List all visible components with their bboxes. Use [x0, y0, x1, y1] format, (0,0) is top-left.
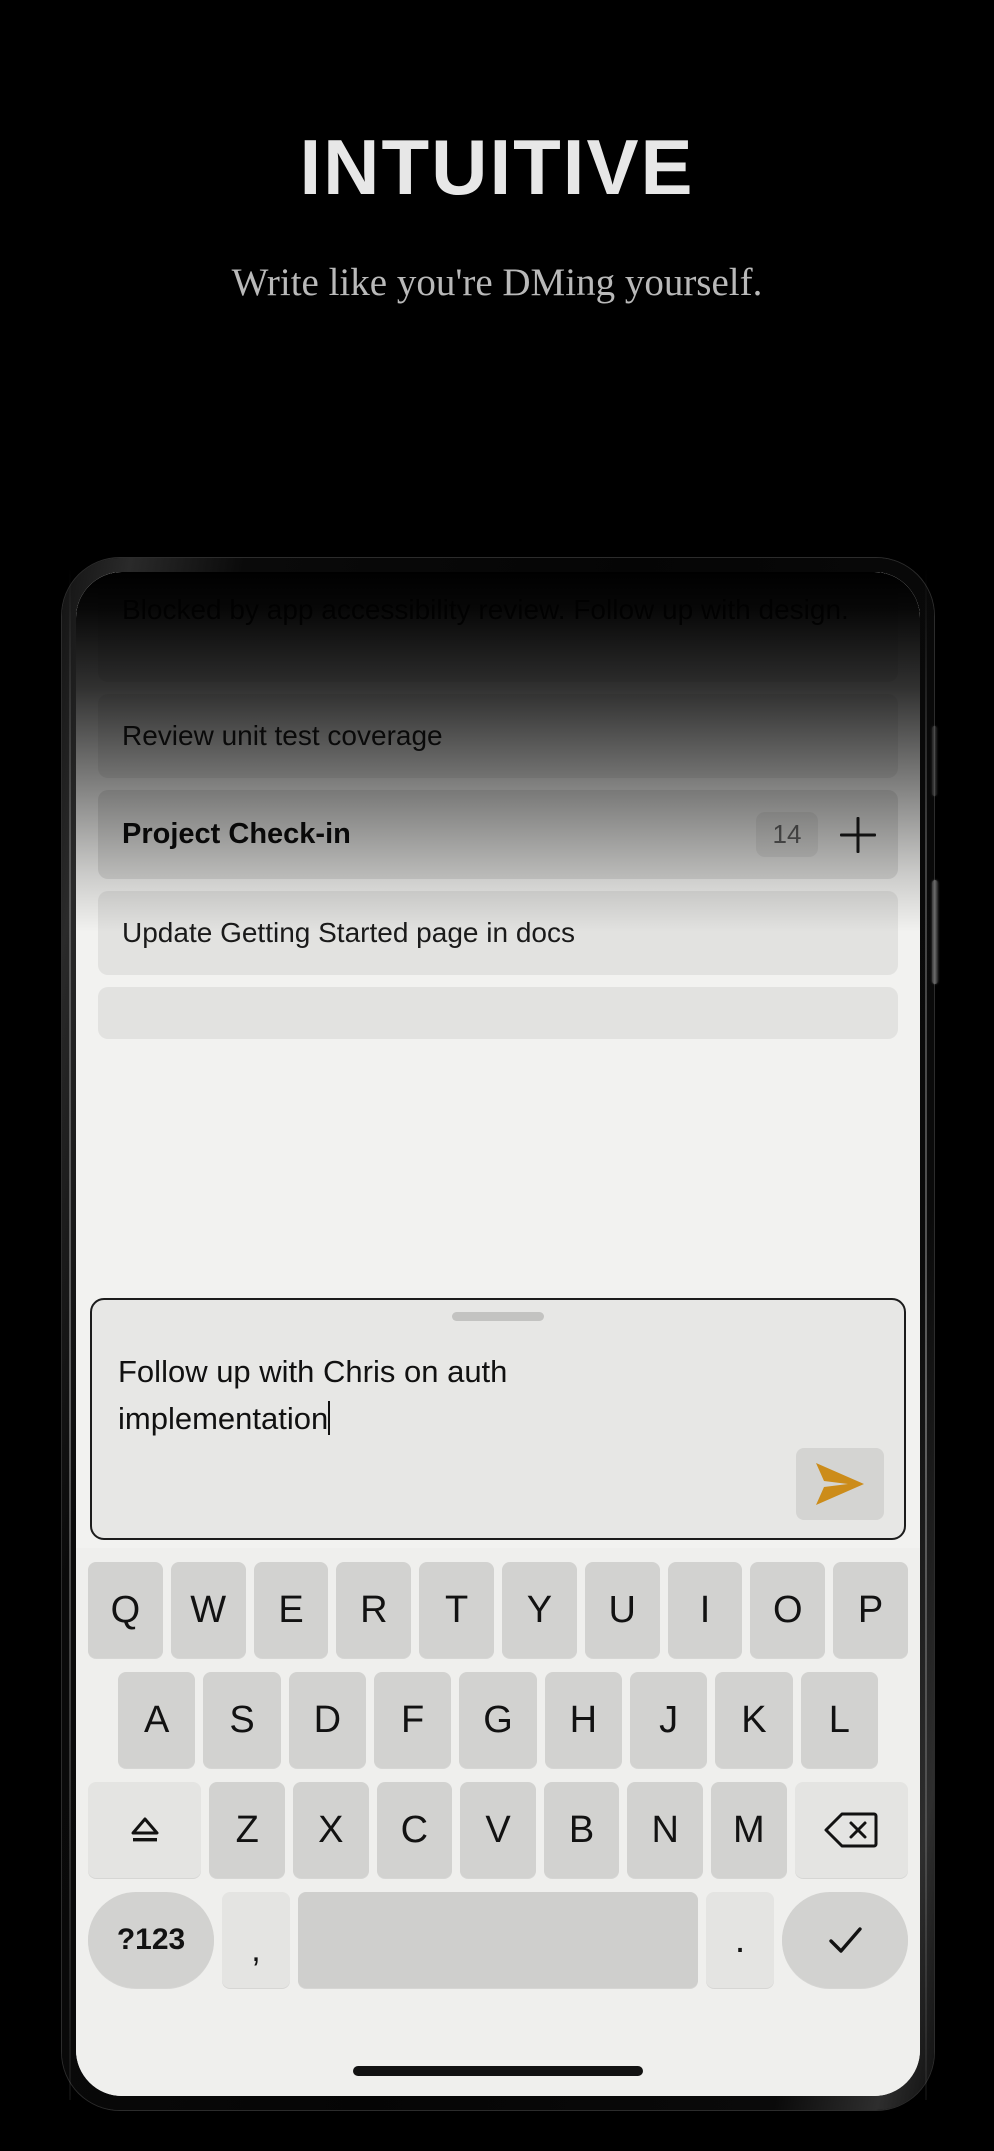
phone-screen: Blocked by app accessibility review. Fol…	[76, 572, 920, 2096]
task-row-text: Review unit test coverage	[122, 720, 443, 751]
key-b[interactable]: B	[543, 1782, 620, 1878]
shift-key[interactable]	[88, 1782, 202, 1878]
key-e[interactable]: E	[253, 1562, 329, 1658]
power-button[interactable]	[932, 880, 938, 984]
text-caret	[328, 1401, 331, 1435]
key-y[interactable]: Y	[502, 1562, 577, 1658]
page-title: INTUITIVE	[299, 123, 695, 211]
key-m[interactable]: M	[710, 1782, 787, 1878]
keyboard-row-3: Z X C V B N M	[84, 1782, 912, 1878]
check-icon	[829, 1927, 862, 1953]
key-g[interactable]: G	[459, 1672, 537, 1768]
space-key[interactable]	[297, 1892, 699, 1988]
count-badge: 14	[756, 812, 818, 857]
phone-device-frame: Blocked by app accessibility review. Fol…	[62, 558, 938, 2110]
list-item[interactable]: Update Getting Started page in docs	[98, 891, 898, 975]
list-item[interactable]: Blocked by app accessibility review. Fol…	[98, 572, 898, 682]
keyboard-row-2: A S D F G H J K L	[84, 1672, 912, 1768]
key-c[interactable]: C	[376, 1782, 453, 1878]
key-d[interactable]: D	[288, 1672, 366, 1768]
key-o[interactable]: O	[750, 1562, 826, 1658]
key-p[interactable]: P	[833, 1562, 908, 1658]
key-k[interactable]: K	[715, 1672, 793, 1768]
list-item[interactable]: Review unit test coverage	[98, 694, 898, 778]
key-j[interactable]: J	[629, 1672, 708, 1768]
home-indicator[interactable]	[353, 2066, 643, 2076]
key-i[interactable]: I	[667, 1562, 743, 1658]
key-s[interactable]: S	[203, 1672, 281, 1768]
task-row-text: Update Getting Started page in docs	[122, 917, 575, 948]
key-u[interactable]: U	[584, 1562, 660, 1658]
note-input-value: Follow up with Chris on auth implementat…	[118, 1354, 508, 1436]
note-row-text: Blocked by app accessibility review. Fol…	[122, 594, 849, 625]
note-list: Blocked by app accessibility review. Fol…	[76, 572, 920, 1320]
page-root: INTUITIVE Write like you're DMing yourse…	[0, 0, 994, 2151]
send-button[interactable]	[796, 1448, 884, 1520]
backspace-key[interactable]	[794, 1782, 908, 1878]
add-item-button[interactable]	[836, 813, 880, 857]
key-n[interactable]: N	[627, 1782, 703, 1878]
section-header-actions: 14	[756, 812, 880, 857]
comma-key[interactable]: ,	[222, 1892, 290, 1988]
onscreen-keyboard[interactable]: Q W E R T Y U I O P A S D F G H J K L Z …	[76, 1548, 920, 2096]
key-t[interactable]: T	[419, 1562, 494, 1658]
chassis-rail-left	[69, 568, 71, 2100]
symbols-key[interactable]: ?123	[88, 1892, 215, 1988]
key-h[interactable]: H	[544, 1672, 622, 1768]
send-paper-plane-icon	[816, 1463, 864, 1505]
section-title: Project Check-in	[122, 818, 351, 850]
key-w[interactable]: W	[170, 1562, 246, 1658]
page-subtitle: Write like you're DMing yourself.	[231, 261, 763, 304]
period-key[interactable]: .	[706, 1892, 774, 1988]
keyboard-row-1: Q W E R T Y U I O P	[84, 1562, 912, 1658]
list-item-partial[interactable]	[98, 987, 898, 1039]
backspace-icon	[824, 1812, 878, 1848]
note-input-card[interactable]: Follow up with Chris on auth implementat…	[90, 1298, 906, 1540]
drag-handle[interactable]	[452, 1312, 544, 1321]
section-header-project-check-in[interactable]: Project Check-in 14	[98, 790, 898, 879]
key-x[interactable]: X	[293, 1782, 369, 1878]
chassis-rail-right	[925, 568, 927, 2100]
key-f[interactable]: F	[374, 1672, 452, 1768]
hero-section: INTUITIVE Write like you're DMing yourse…	[0, 0, 994, 304]
key-v[interactable]: V	[460, 1782, 536, 1878]
key-q[interactable]: Q	[88, 1562, 163, 1658]
key-a[interactable]: A	[118, 1672, 196, 1768]
key-l[interactable]: L	[800, 1672, 878, 1768]
note-input-text[interactable]: Follow up with Chris on auth implementat…	[118, 1348, 678, 1442]
key-r[interactable]: R	[336, 1562, 412, 1658]
volume-button[interactable]	[932, 726, 937, 796]
enter-key[interactable]	[781, 1892, 908, 1988]
key-z[interactable]: Z	[209, 1782, 286, 1878]
composer-sheet: Follow up with Chris on auth implementat…	[76, 1290, 920, 1550]
keyboard-row-4: ?123 , .	[84, 1892, 912, 1988]
shift-icon	[131, 1817, 159, 1842]
